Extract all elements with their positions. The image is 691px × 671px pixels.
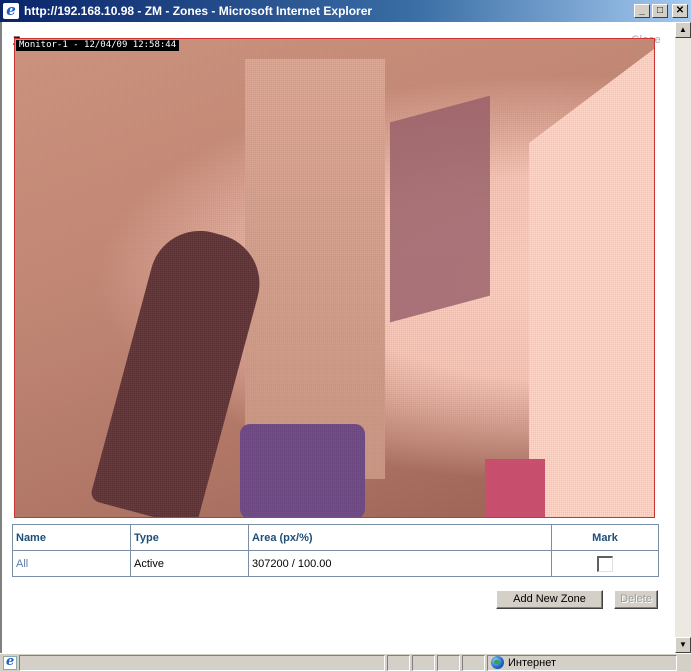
camera-scene-blind: [245, 59, 385, 479]
zone-name-link[interactable]: All: [12, 550, 131, 577]
ie-icon: e: [3, 654, 17, 670]
status-text-area: [19, 654, 385, 671]
header-area: Area (px/%): [248, 524, 552, 551]
resize-grip[interactable]: [677, 655, 691, 671]
scroll-up-arrow[interactable]: ▲: [675, 22, 691, 38]
table-header-row: Name Type Area (px/%) Mark: [12, 524, 659, 551]
delete-button[interactable]: Delete: [614, 590, 658, 609]
window-title: http://192.168.10.98 - ZM - Zones - Micr…: [24, 4, 373, 18]
security-zone: Интернет: [487, 654, 677, 671]
status-cell: [437, 654, 460, 671]
maximize-button[interactable]: □: [652, 4, 668, 18]
ie-icon: e: [3, 1, 19, 19]
status-cell: [387, 654, 410, 671]
minimize-button[interactable]: _: [634, 4, 650, 18]
zone-area: 307200 / 100.00: [248, 550, 552, 577]
status-cell: [412, 654, 435, 671]
camera-image[interactable]: Monitor-1 - 12/04/09 12:58:44: [14, 38, 655, 518]
camera-scene-stripe: [485, 459, 545, 517]
zones-table: Name Type Area (px/%) Mark All Active 30…: [12, 524, 659, 577]
header-mark: Mark: [551, 524, 659, 551]
camera-scene-wall: [529, 49, 654, 517]
window-titlebar: e http://192.168.10.98 - ZM - Zones - Mi…: [0, 0, 691, 22]
zone-type: Active: [130, 550, 249, 577]
mark-checkbox[interactable]: [597, 555, 613, 572]
close-window-button[interactable]: ✕: [672, 4, 688, 18]
camera-scene-poster: [390, 95, 490, 323]
camera-timestamp: Monitor-1 - 12/04/09 12:58:44: [16, 40, 180, 51]
zone-mark-cell: [551, 550, 659, 577]
header-type: Type: [130, 524, 249, 551]
scroll-down-arrow[interactable]: ▼: [675, 637, 691, 653]
header-name: Name: [12, 524, 131, 551]
add-new-zone-button[interactable]: Add New Zone: [496, 590, 603, 609]
vertical-scrollbar[interactable]: ▲ ▼: [675, 22, 691, 653]
camera-scene-pot: [240, 424, 365, 517]
globe-icon: [491, 656, 504, 669]
status-cell: [462, 654, 485, 671]
zone-label: Интернет: [508, 656, 556, 669]
table-row: All Active 307200 / 100.00: [12, 550, 659, 577]
status-bar: e Интернет: [0, 653, 691, 671]
